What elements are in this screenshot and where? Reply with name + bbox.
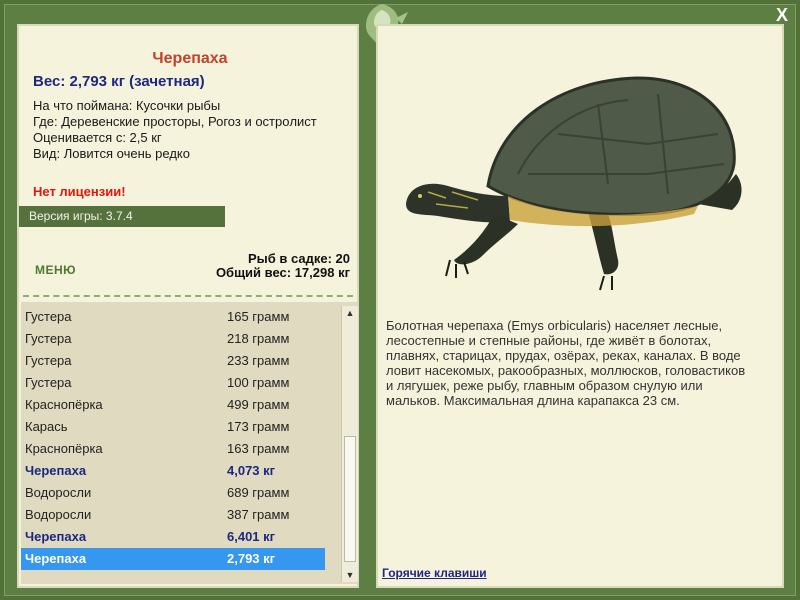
- tank-count: Рыб в садке: 20: [247, 251, 350, 266]
- kind-line: Вид: Ловится очень редко: [33, 146, 190, 161]
- fish-name: Густера: [25, 309, 72, 324]
- fish-list[interactable]: Густера 165 грамм Густера 218 грамм Густера 2…: [21, 302, 358, 584]
- turtle-image: [406, 76, 742, 291]
- fish-name: Черепаха: [25, 463, 87, 478]
- location-line: Где: Деревенские просторы, Рогоз и острo…: [33, 114, 317, 129]
- fish-list-row[interactable]: Черепаха 6,401 кг: [21, 526, 325, 548]
- fish-list-row[interactable]: Густера 165 грамм: [21, 306, 325, 328]
- fish-name: Карась: [25, 419, 68, 434]
- fish-weight: Вес: 2,793 кг (зачетная): [33, 73, 205, 90]
- fish-weight-cell: 165 грамм: [227, 309, 290, 324]
- fish-list-row[interactable]: Краснопёрка 499 грамм: [21, 394, 325, 416]
- fish-name: Черепаха: [25, 551, 87, 566]
- version-bar: Версия игры: 3.7.4: [19, 206, 225, 227]
- menu-button[interactable]: МЕНЮ: [35, 263, 76, 277]
- scroll-down-arrow-icon[interactable]: ▼: [342, 568, 358, 582]
- fish-weight-cell: 163 грамм: [227, 441, 290, 456]
- scroll-thumb[interactable]: [344, 436, 356, 562]
- fish-list-row[interactable]: Краснопёрка 163 грамм: [21, 438, 325, 460]
- fish-list-row[interactable]: Густера 233 грамм: [21, 350, 325, 372]
- fish-weight-cell: 499 грамм: [227, 397, 290, 412]
- scroll-up-arrow-icon[interactable]: ▲: [342, 306, 358, 320]
- fish-list-row[interactable]: Густера 218 грамм: [21, 328, 325, 350]
- fish-list-row[interactable]: Черепаха 2,793 кг: [21, 548, 325, 570]
- fish-name: Черепаха: [25, 529, 87, 544]
- fish-name: Водоросли: [25, 507, 92, 522]
- fish-list-row[interactable]: Водоросли 689 грамм: [21, 482, 325, 504]
- fish-list-row[interactable]: Водоросли 387 грамм: [21, 504, 325, 526]
- license-warning: Нет лицензии!: [33, 184, 126, 199]
- close-button[interactable]: X: [770, 4, 794, 26]
- tank-total-weight: Общий вес: 17,298 кг: [215, 265, 350, 280]
- fish-name: Густера: [25, 353, 72, 368]
- fish-weight-cell: 173 грамм: [227, 419, 290, 434]
- description-panel: Болотная черепаха (Emys orbicularis) нас…: [376, 24, 784, 588]
- bait-line: На что поймана: Кусочки рыбы: [33, 98, 221, 113]
- fish-name: Густера: [25, 331, 72, 346]
- fish-list-row[interactable]: Карась 173 грамм: [21, 416, 325, 438]
- fish-weight-cell: 6,401 кг: [227, 529, 276, 544]
- divider: [23, 295, 353, 297]
- fish-weight-cell: 689 грамм: [227, 485, 290, 500]
- fish-weight-cell: 4,073 кг: [227, 463, 276, 478]
- fish-list-row[interactable]: Густера 100 грамм: [21, 372, 325, 394]
- fish-weight-cell: 2,793 кг: [227, 551, 276, 566]
- hotkeys-link[interactable]: Горячие клавиши: [382, 566, 487, 580]
- fish-weight-cell: 100 грамм: [227, 375, 290, 390]
- tank-stats: Рыб в садке: 20 Общий вес: 17,298 кг: [216, 252, 350, 280]
- fish-weight-cell: 218 грамм: [227, 331, 290, 346]
- fish-name: Густера: [25, 375, 72, 390]
- fish-info: На что поймана: Кусочки рыбы Где: Дереве…: [33, 98, 333, 162]
- catch-info-panel: Черепаха Вес: 2,793 кг (зачетная) На что…: [17, 24, 359, 588]
- fish-description: Болотная черепаха (Emys orbicularis) нас…: [386, 318, 746, 408]
- list-scrollbar[interactable]: ▲ ▼: [341, 306, 358, 582]
- fish-title: Черепаха: [152, 50, 228, 67]
- fish-name: Краснопёрка: [25, 441, 103, 456]
- valued-line: Оценивается с: 2,5 кг: [33, 130, 162, 145]
- fish-weight-cell: 233 грамм: [227, 353, 290, 368]
- fish-weight-cell: 387 грамм: [227, 507, 290, 522]
- fish-list-row[interactable]: Черепаха 4,073 кг: [21, 460, 325, 482]
- fish-name: Краснопёрка: [25, 397, 103, 412]
- fish-name: Водоросли: [25, 485, 92, 500]
